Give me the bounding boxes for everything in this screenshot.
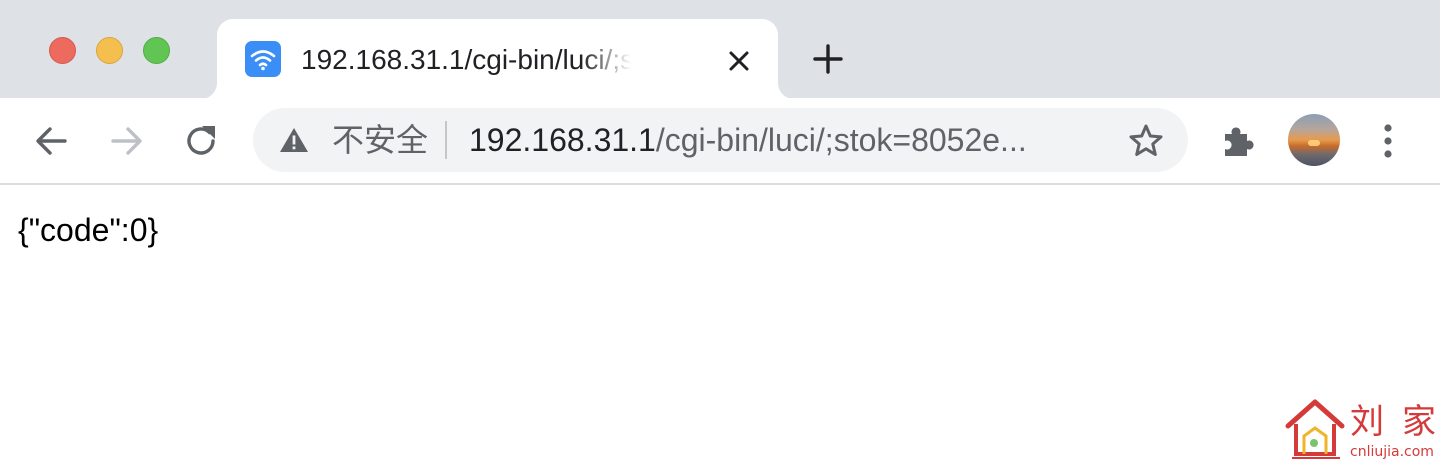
house-logo-icon bbox=[1285, 399, 1345, 459]
watermark-chars: 刘家 bbox=[1350, 402, 1440, 442]
close-window-button[interactable] bbox=[49, 37, 76, 64]
url-path: /cgi-bin/luci/;stok=8052e... bbox=[655, 122, 1027, 158]
zoom-window-button[interactable] bbox=[143, 37, 170, 64]
watermark-site: cnliujia.com bbox=[1350, 444, 1434, 460]
avatar[interactable] bbox=[1288, 114, 1340, 166]
url-text[interactable]: 192.168.31.1/cgi-bin/luci/;stok=8052e... bbox=[469, 121, 1089, 159]
address-bar[interactable]: 不安全 192.168.31.1/cgi-bin/luci/;stok=8052… bbox=[253, 108, 1188, 172]
plus-icon[interactable] bbox=[812, 43, 844, 75]
divider bbox=[445, 121, 447, 159]
puzzle-icon[interactable] bbox=[1220, 122, 1258, 160]
reload-icon[interactable] bbox=[182, 122, 220, 160]
tab-strip: 192.168.31.1/cgi-bin/luci/;stok= bbox=[0, 0, 1440, 99]
watermark: 刘家 cnliujia.com bbox=[1284, 396, 1436, 462]
browser-tab[interactable]: 192.168.31.1/cgi-bin/luci/;stok= bbox=[217, 19, 778, 99]
security-label[interactable]: 不安全 bbox=[332, 122, 428, 158]
close-icon[interactable] bbox=[725, 47, 753, 75]
tab-title: 192.168.31.1/cgi-bin/luci/;stok= bbox=[301, 44, 631, 75]
url-host: 192.168.31.1 bbox=[469, 122, 656, 158]
star-icon[interactable] bbox=[1128, 123, 1164, 159]
minimize-window-button[interactable] bbox=[96, 37, 123, 64]
warning-triangle-icon[interactable] bbox=[279, 126, 309, 154]
forward-arrow-icon[interactable] bbox=[108, 122, 146, 160]
page-body-text: {"code":0} bbox=[18, 212, 159, 248]
back-arrow-icon[interactable] bbox=[32, 122, 70, 160]
more-vertical-icon[interactable] bbox=[1372, 122, 1404, 160]
wifi-icon bbox=[245, 41, 281, 77]
browser-toolbar: 不安全 192.168.31.1/cgi-bin/luci/;stok=8052… bbox=[0, 98, 1440, 185]
